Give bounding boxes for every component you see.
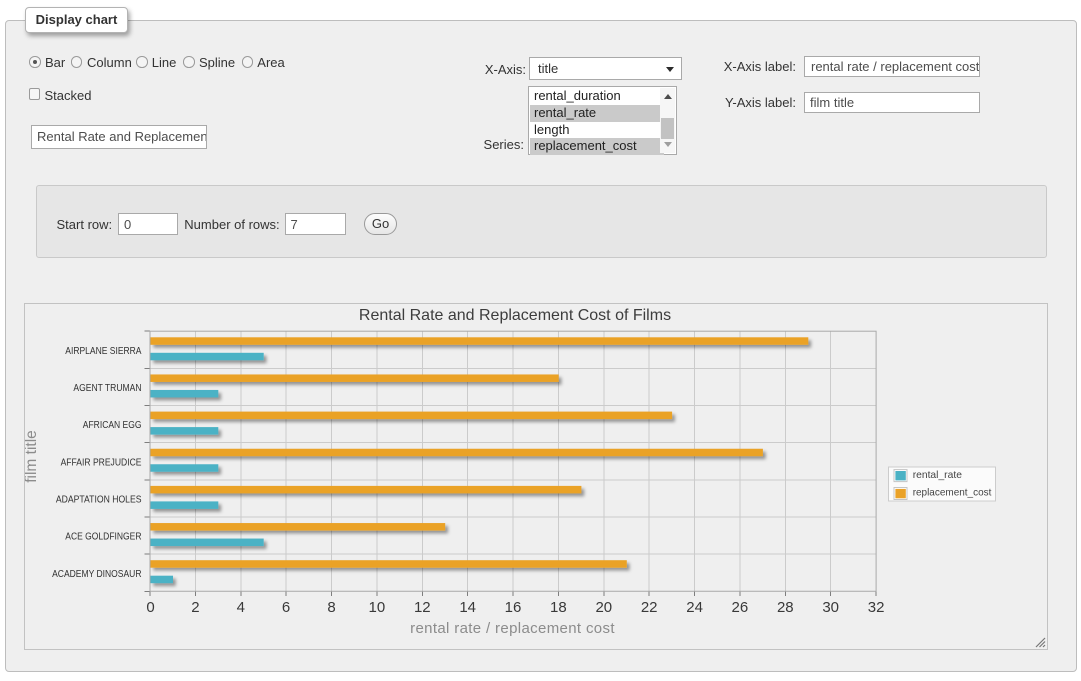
svg-text:rental_rate: rental_rate [913, 470, 963, 481]
svg-text:32: 32 [868, 599, 885, 616]
svg-text:Rental Rate and Replacement Co: Rental Rate and Replacement Cost of Film… [359, 307, 671, 324]
svg-text:replacement_cost: replacement_cost [913, 487, 992, 498]
svg-text:AGENT TRUMAN: AGENT TRUMAN [73, 382, 141, 394]
svg-text:film title: film title [25, 430, 40, 483]
svg-text:8: 8 [327, 599, 335, 616]
svg-text:AFFAIR PREJUDICE: AFFAIR PREJUDICE [61, 456, 142, 468]
svg-text:16: 16 [505, 599, 522, 616]
svg-text:ADAPTATION HOLES: ADAPTATION HOLES [56, 494, 142, 506]
svg-text:22: 22 [641, 599, 658, 616]
svg-text:rental rate / replacement cost: rental rate / replacement cost [410, 620, 615, 637]
svg-text:18: 18 [550, 599, 567, 616]
svg-text:6: 6 [282, 599, 290, 616]
svg-text:30: 30 [822, 599, 839, 616]
svg-text:12: 12 [414, 599, 431, 616]
svg-text:0: 0 [146, 599, 154, 616]
svg-text:28: 28 [777, 599, 794, 616]
svg-text:20: 20 [595, 599, 612, 616]
svg-text:ACE GOLDFINGER: ACE GOLDFINGER [65, 531, 142, 543]
svg-text:ACADEMY DINOSAUR: ACADEMY DINOSAUR [52, 568, 142, 580]
svg-text:26: 26 [732, 599, 749, 616]
svg-text:24: 24 [686, 599, 703, 616]
svg-text:AFRICAN EGG: AFRICAN EGG [83, 419, 142, 431]
svg-text:2: 2 [191, 599, 199, 616]
svg-text:AIRPLANE SIERRA: AIRPLANE SIERRA [65, 345, 141, 357]
svg-text:4: 4 [237, 599, 245, 616]
svg-text:14: 14 [459, 599, 476, 616]
svg-text:10: 10 [369, 599, 386, 616]
